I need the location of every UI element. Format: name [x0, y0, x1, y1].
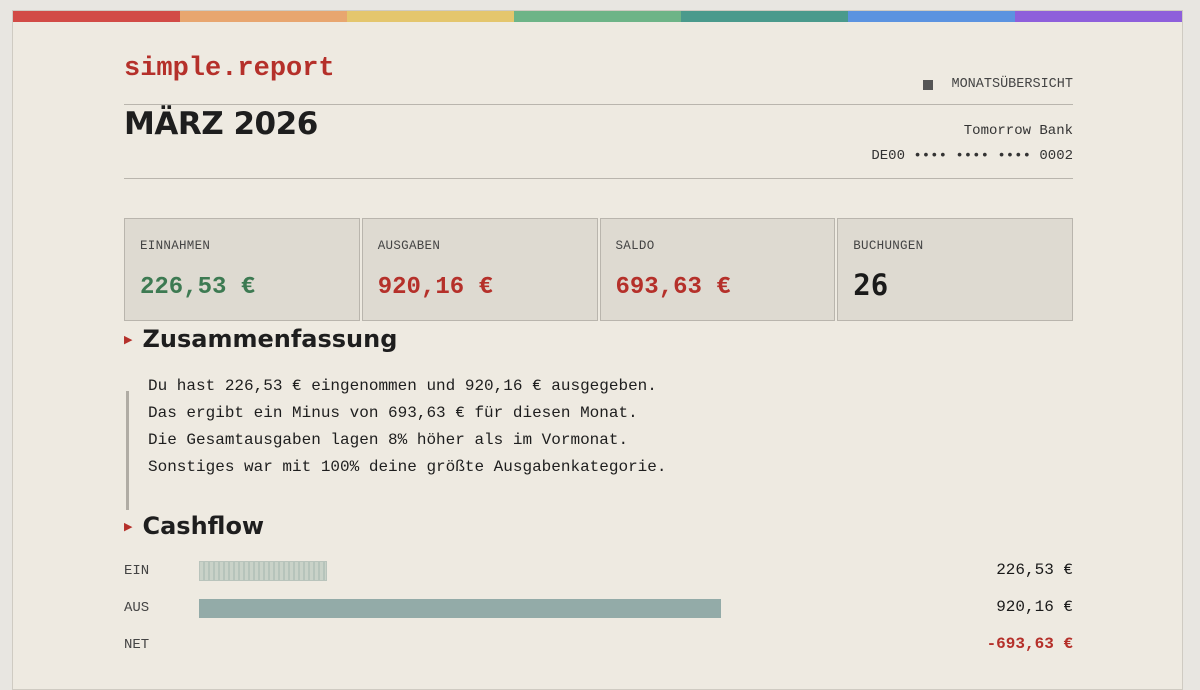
kpi-value: 226,53 € [140, 274, 256, 301]
section-heading-cashflow: ▶ Cashflow [124, 512, 264, 540]
section-title: Zusammenfassung [142, 325, 398, 353]
cashflow-bar-in [199, 561, 327, 581]
summary-line: Das ergibt ein Minus von 693,63 € für di… [148, 404, 638, 422]
cashflow-bar-out [199, 599, 721, 618]
kpi-value: 26 [853, 268, 889, 302]
square-icon [923, 79, 934, 90]
kpi-label: BUCHUNGEN [853, 239, 924, 253]
bank-name: Tomorrow Bank [963, 123, 1073, 139]
cashflow-label: AUS [124, 600, 150, 616]
triangle-right-icon: ▶ [124, 519, 133, 533]
iban: DE00 •••• •••• •••• 0002 [871, 148, 1073, 164]
cashflow-row-out: AUS 920,16 € [124, 598, 1073, 620]
summary-line: Du hast 226,53 € eingenommen und 920,16 … [148, 377, 657, 395]
stripe-segment [514, 11, 681, 22]
triangle-right-icon: ▶ [124, 332, 133, 346]
doc-type-label: MONATSÜBERSICHT [923, 77, 1073, 92]
kpi-bookings: BUCHUNGEN 26 [837, 218, 1073, 321]
kpi-balance: SALDO 693,63 € [599, 218, 836, 321]
section-title: Cashflow [142, 512, 265, 540]
summary-block: Du hast 226,53 € eingenommen und 920,16 … [126, 377, 826, 510]
page-title: MÄRZ 2026 [124, 106, 318, 142]
kpi-row: EINNAHMEN 226,53 € AUSGABEN 920,16 € SAL… [124, 218, 1073, 321]
cashflow-label: EIN [124, 563, 150, 579]
cashflow-amount: 226,53 € [996, 561, 1073, 579]
cashflow-row-in: EIN 226,53 € [124, 561, 1073, 583]
cashflow-label: NET [124, 637, 150, 653]
kpi-label: AUSGABEN [377, 239, 441, 253]
cashflow-row-net: NET -693,63 € [124, 635, 1073, 657]
summary-line: Die Gesamtausgaben lagen 8% höher als im… [148, 431, 629, 449]
summary-line: Sonstiges war mit 100% deine größte Ausg… [148, 458, 667, 476]
kpi-value: 920,16 € [377, 274, 493, 301]
stripe-segment [681, 11, 848, 22]
kpi-income: EINNAHMEN 226,53 € [124, 218, 360, 321]
kpi-value: 693,63 € [615, 274, 731, 301]
report-page: simple.report MONATSÜBERSICHT MÄRZ 2026 … [12, 10, 1183, 690]
section-heading-summary: ▶ Zusammenfassung [124, 325, 397, 353]
stripe-segment [848, 11, 1015, 22]
stripe-segment [180, 11, 347, 22]
cashflow-amount: -693,63 € [986, 635, 1073, 653]
header-divider-bottom [124, 178, 1073, 179]
quote-bar [126, 391, 129, 510]
stripe-segment [1015, 11, 1182, 22]
header-divider [124, 104, 1073, 105]
brand-logo: simple.report [124, 54, 335, 84]
stripe-segment [347, 11, 514, 22]
kpi-label: EINNAHMEN [140, 239, 211, 253]
rainbow-stripe [13, 11, 1182, 22]
doc-type-text: MONATSÜBERSICHT [951, 77, 1073, 92]
kpi-label: SALDO [615, 239, 655, 253]
cashflow-amount: 920,16 € [996, 598, 1073, 616]
kpi-expenses: AUSGABEN 920,16 € [361, 218, 598, 321]
stripe-segment [13, 11, 180, 22]
